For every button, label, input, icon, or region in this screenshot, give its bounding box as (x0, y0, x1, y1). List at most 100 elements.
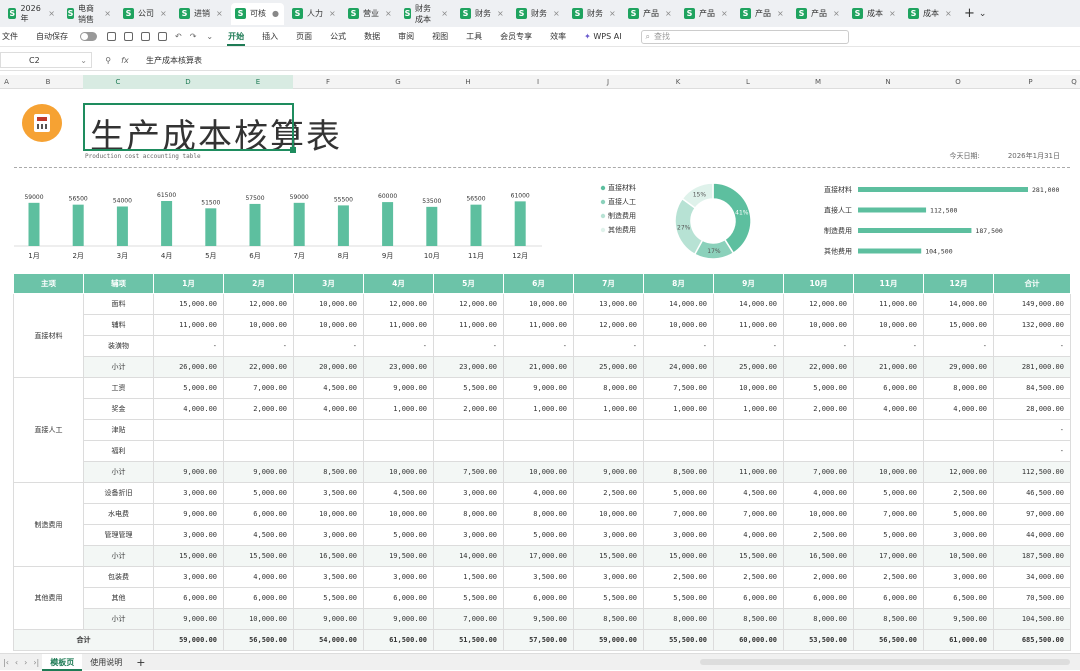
column-header[interactable]: C (83, 75, 153, 89)
value-cell[interactable]: - (573, 335, 644, 357)
close-tab-icon[interactable]: × (104, 9, 111, 18)
doc-tab[interactable]: S 2026年 × (4, 3, 59, 25)
fx-icon[interactable]: fx (121, 56, 129, 65)
value-cell[interactable] (923, 440, 994, 462)
value-cell[interactable]: 7,000.00 (223, 377, 294, 399)
column-header[interactable]: H (433, 75, 503, 89)
wps-ai-button[interactable]: ✦ WPS AI (575, 32, 630, 41)
save-icon[interactable] (124, 32, 133, 41)
value-cell[interactable]: 29,000.00 (923, 356, 994, 378)
column-header[interactable]: E (223, 75, 293, 89)
value-cell[interactable]: 10,000.00 (503, 293, 574, 315)
value-cell[interactable]: 12,000.00 (433, 293, 504, 315)
column-header-cell[interactable]: 9月 (713, 273, 784, 294)
sub-item-cell[interactable]: 水电费 (83, 503, 154, 525)
value-cell[interactable]: 5,000.00 (503, 524, 574, 546)
doc-tab[interactable]: S 进销 × (175, 3, 227, 25)
value-cell[interactable]: 132,000.00 (993, 314, 1071, 336)
close-tab-icon[interactable]: × (833, 9, 840, 18)
value-cell[interactable]: 6,000.00 (783, 587, 854, 609)
value-cell[interactable]: 4,000.00 (223, 566, 294, 588)
sub-item-cell[interactable]: 辅料 (83, 314, 154, 336)
value-cell[interactable]: 1,000.00 (503, 398, 574, 420)
value-cell[interactable]: - (643, 335, 714, 357)
value-cell[interactable]: 8,500.00 (853, 608, 924, 630)
value-cell[interactable]: 16,500.00 (293, 545, 364, 567)
value-cell[interactable]: 14,000.00 (923, 293, 994, 315)
value-cell[interactable]: 9,000.00 (363, 377, 434, 399)
value-cell[interactable]: 3,000.00 (923, 524, 994, 546)
value-cell[interactable]: 5,000.00 (223, 482, 294, 504)
value-cell[interactable]: 22,000.00 (783, 356, 854, 378)
hbar-mark[interactable] (858, 207, 927, 213)
value-cell[interactable] (433, 440, 504, 462)
value-cell[interactable]: 4,500.00 (713, 482, 784, 504)
value-cell[interactable] (433, 419, 504, 441)
value-cell[interactable]: 8,500.00 (713, 608, 784, 630)
value-cell[interactable]: - (293, 335, 364, 357)
total-value-cell[interactable]: 61,000.00 (923, 629, 994, 651)
value-cell[interactable]: 11,000.00 (713, 461, 784, 483)
value-cell[interactable]: 15,000.00 (153, 293, 224, 315)
bar-mark[interactable] (205, 208, 217, 246)
value-cell[interactable] (853, 419, 924, 441)
value-cell[interactable]: 3,000.00 (433, 482, 504, 504)
value-cell[interactable]: 5,000.00 (363, 524, 434, 546)
bar-mark[interactable] (337, 205, 349, 246)
doc-tab[interactable]: S 成本 × (904, 3, 956, 25)
value-cell[interactable]: 12,000.00 (573, 314, 644, 336)
value-cell[interactable]: 12,000.00 (783, 293, 854, 315)
value-cell[interactable]: 23,000.00 (433, 356, 504, 378)
ribbon-tab[interactable]: 开始 (219, 31, 253, 46)
value-cell[interactable]: 14,000.00 (643, 293, 714, 315)
value-cell[interactable] (643, 419, 714, 441)
value-cell[interactable]: 8,500.00 (643, 461, 714, 483)
value-cell[interactable]: 15,500.00 (713, 545, 784, 567)
value-cell[interactable]: 3,500.00 (293, 482, 364, 504)
value-cell[interactable] (713, 419, 784, 441)
value-cell[interactable]: 12,000.00 (223, 293, 294, 315)
value-cell[interactable]: 10,000.00 (783, 314, 854, 336)
value-cell[interactable]: 34,000.00 (993, 566, 1071, 588)
value-cell[interactable] (153, 419, 224, 441)
value-cell[interactable]: 7,000.00 (433, 608, 504, 630)
column-header-cell[interactable]: 11月 (853, 273, 924, 294)
value-cell[interactable]: - (993, 335, 1071, 357)
value-cell[interactable]: 3,000.00 (153, 482, 224, 504)
value-cell[interactable]: 4,000.00 (923, 398, 994, 420)
column-header[interactable]: B (13, 75, 83, 89)
sub-item-cell[interactable]: 津贴 (83, 419, 154, 441)
ribbon-tab[interactable]: 工具 (457, 31, 491, 42)
value-cell[interactable]: 5,000.00 (783, 377, 854, 399)
value-cell[interactable]: 6,000.00 (223, 587, 294, 609)
value-cell[interactable]: 5,500.00 (433, 377, 504, 399)
column-header-cell[interactable]: 3月 (293, 273, 364, 294)
close-tab-icon[interactable]: × (441, 9, 448, 18)
value-cell[interactable]: 187,500.00 (993, 545, 1071, 567)
value-cell[interactable]: 10,000.00 (503, 461, 574, 483)
value-cell[interactable]: 6,000.00 (853, 587, 924, 609)
column-header-cell[interactable]: 辅项 (83, 273, 154, 294)
doc-tab[interactable]: S 产品 × (680, 3, 732, 25)
ribbon-tab[interactable]: 审阅 (389, 31, 423, 42)
hbar-mark[interactable] (858, 228, 972, 233)
value-cell[interactable]: 10,000.00 (223, 608, 294, 630)
monthly-bar-chart[interactable]: 59000 1月 56500 2月 54000 3月 61500 4月 51500 5月 57500… (12, 184, 547, 264)
value-cell[interactable]: 6,000.00 (363, 587, 434, 609)
value-cell[interactable]: 6,000.00 (503, 587, 574, 609)
value-cell[interactable]: 10,000.00 (643, 314, 714, 336)
close-tab-icon[interactable]: × (497, 9, 504, 18)
value-cell[interactable]: 4,000.00 (713, 524, 784, 546)
bar-mark[interactable] (72, 204, 84, 246)
value-cell[interactable]: 2,500.00 (643, 566, 714, 588)
column-header[interactable]: K (643, 75, 713, 89)
value-cell[interactable] (363, 440, 434, 462)
value-cell[interactable]: 84,500.00 (993, 377, 1071, 399)
value-cell[interactable]: 6,000.00 (713, 587, 784, 609)
value-cell[interactable] (573, 419, 644, 441)
sub-item-cell[interactable]: 福利 (83, 440, 154, 462)
value-cell[interactable]: 97,000.00 (993, 503, 1071, 525)
value-cell[interactable]: 15,500.00 (223, 545, 294, 567)
doc-tab[interactable]: S 财务 × (512, 3, 564, 25)
value-cell[interactable]: 11,000.00 (713, 314, 784, 336)
